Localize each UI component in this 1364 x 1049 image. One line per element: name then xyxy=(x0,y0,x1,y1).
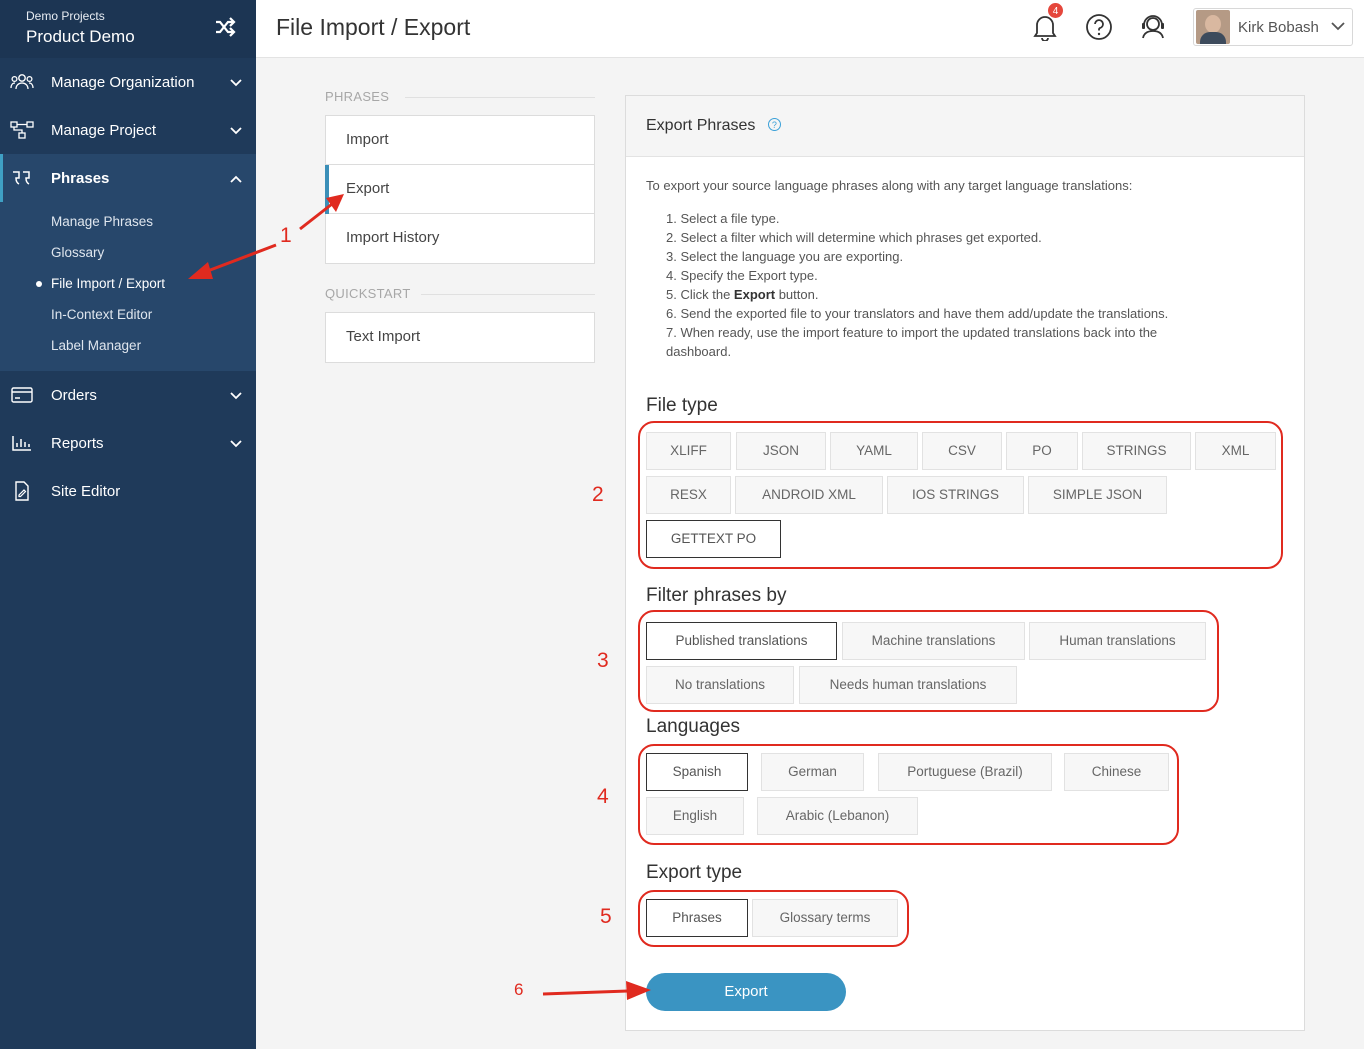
sidebar-subitem-glossary[interactable]: Glossary xyxy=(0,237,256,268)
tab-text-import[interactable]: Text Import xyxy=(326,313,594,362)
chevron-down-icon xyxy=(230,387,242,404)
sidebar-item-label: Manage Organization xyxy=(51,73,195,91)
user-name: Kirk Bobash xyxy=(1238,18,1319,36)
support-button[interactable] xyxy=(1139,13,1167,46)
chevron-down-icon xyxy=(230,74,242,91)
project-switcher[interactable]: Demo Projects Product Demo xyxy=(0,0,256,58)
help-button[interactable] xyxy=(1085,13,1113,46)
headset-icon xyxy=(1139,15,1167,45)
step-1: 1. Select a file type. xyxy=(666,211,780,226)
org-name: Demo Projects xyxy=(26,9,105,23)
chevron-down-icon xyxy=(230,435,242,452)
bell-icon xyxy=(1032,16,1058,45)
quickstart-tabs: Text Import xyxy=(325,312,595,363)
document-edit-icon xyxy=(10,481,34,501)
filter-heading: Filter phrases by xyxy=(646,585,787,606)
step-5: 5. Click the Export button. xyxy=(666,287,819,302)
step-6: 6. Send the exported file to your transl… xyxy=(666,306,1169,321)
annotation-number-6: 6 xyxy=(514,980,524,999)
step-7: 7. When ready, use the import feature to… xyxy=(666,325,1158,340)
export-button[interactable]: Export xyxy=(646,973,846,1011)
annotation-box-filter xyxy=(638,610,1219,712)
sidebar-item-label: Site Editor xyxy=(51,482,121,500)
user-menu[interactable]: Kirk Bobash xyxy=(1193,8,1353,46)
panel-header: Export Phrases ? xyxy=(626,96,1304,157)
annotation-number-2: 2 xyxy=(592,483,604,506)
notifications-button[interactable]: 4 xyxy=(1032,2,1064,46)
sidebar-subitem-manage-phrases[interactable]: Manage Phrases xyxy=(0,206,256,237)
annotation-box-languages xyxy=(638,744,1179,845)
phrases-tabs: Import Export Import History xyxy=(325,115,595,264)
shuffle-icon[interactable] xyxy=(214,17,236,42)
sidebar-item-site-editor[interactable]: Site Editor xyxy=(0,467,256,515)
intro-text: To export your source language phrases a… xyxy=(646,178,1133,193)
step-7-cont: dashboard. xyxy=(666,344,732,359)
sidebar-item-manage-organization[interactable]: Manage Organization xyxy=(0,58,256,106)
page-title: File Import / Export xyxy=(276,14,471,40)
notification-badge: 4 xyxy=(1047,2,1064,19)
sidebar-item-label: Manage Project xyxy=(51,121,157,139)
chevron-down-icon xyxy=(1331,18,1345,36)
sidebar-item-phrases[interactable]: Phrases xyxy=(0,154,256,202)
phrases-submenu: Manage Phrases Glossary File Import / Ex… xyxy=(0,202,256,371)
users-icon xyxy=(10,72,34,92)
annotation-number-1: 1 xyxy=(280,224,292,247)
step-4: 4. Specify the Export type. xyxy=(666,268,818,283)
step-3: 3. Select the language you are exporting… xyxy=(666,249,904,264)
project-tree-icon xyxy=(10,120,34,140)
tab-import-history[interactable]: Import History xyxy=(326,214,594,263)
bar-chart-icon xyxy=(10,433,34,453)
sidebar: Demo Projects Product Demo Manage Organi… xyxy=(0,0,256,1049)
annotation-box-export-type xyxy=(638,890,909,947)
help-icon xyxy=(1085,14,1113,45)
annotation-number-4: 4 xyxy=(597,785,609,808)
project-name: Product Demo xyxy=(26,27,135,46)
export-type-heading: Export type xyxy=(646,862,743,883)
sidebar-item-label: Orders xyxy=(51,386,97,404)
step-2: 2. Select a filter which will determine … xyxy=(666,230,1042,245)
panel-title: Export Phrases xyxy=(646,117,756,134)
annotation-number-3: 3 xyxy=(597,649,609,672)
instructions-list: 1. Select a file type. 2. Select a filte… xyxy=(666,209,1246,361)
annotation-number-5: 5 xyxy=(600,905,612,928)
sidebar-item-manage-project[interactable]: Manage Project xyxy=(0,106,256,154)
languages-heading: Languages xyxy=(646,716,741,737)
section-label-quickstart: QUICKSTART xyxy=(325,286,595,301)
help-icon[interactable]: ? xyxy=(767,118,781,131)
sidebar-item-reports[interactable]: Reports xyxy=(0,419,256,467)
credit-card-icon xyxy=(10,385,34,405)
avatar xyxy=(1196,10,1230,44)
tab-import[interactable]: Import xyxy=(326,116,594,165)
sidebar-item-label: Phrases xyxy=(51,169,110,187)
sidebar-subitem-in-context-editor[interactable]: In-Context Editor xyxy=(0,299,256,330)
sidebar-item-orders[interactable]: Orders xyxy=(0,371,256,419)
chevron-down-icon xyxy=(230,122,242,139)
chevron-up-icon xyxy=(230,170,242,187)
sidebar-subitem-label-manager[interactable]: Label Manager xyxy=(0,330,256,361)
annotation-box-file-type xyxy=(638,421,1283,569)
file-type-heading: File type xyxy=(646,395,718,416)
top-bar: File Import / Export 4 Kirk Bobash xyxy=(256,0,1364,58)
quote-icon xyxy=(10,168,34,188)
sidebar-item-label: Reports xyxy=(51,434,104,452)
tab-export[interactable]: Export xyxy=(325,165,594,214)
section-label-phrases: PHRASES xyxy=(325,89,595,104)
sidebar-subitem-file-import-export[interactable]: File Import / Export xyxy=(0,268,256,299)
